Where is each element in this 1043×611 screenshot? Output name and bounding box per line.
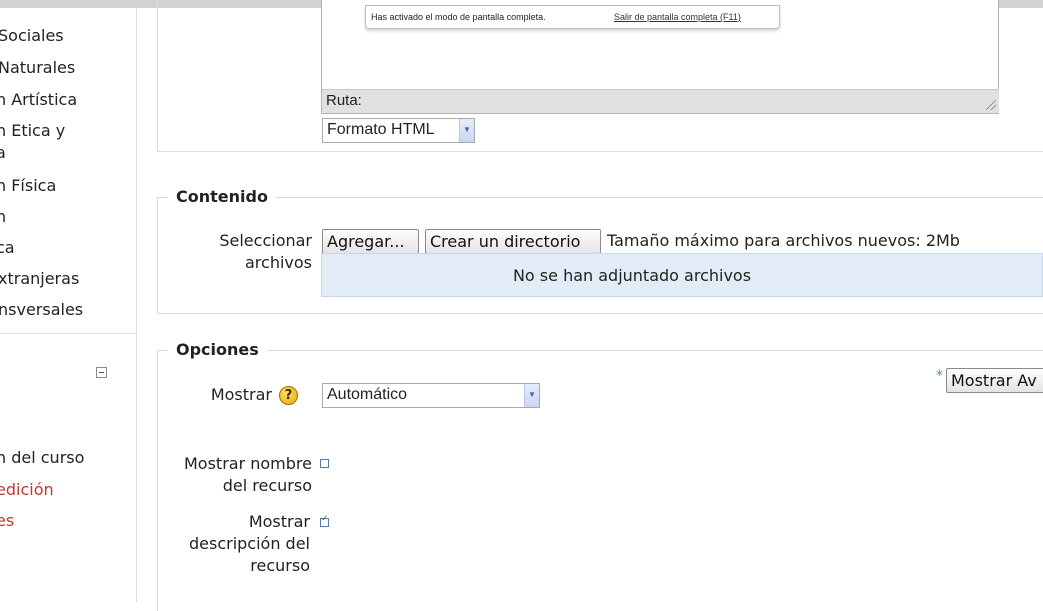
help-icon[interactable]: ? (279, 386, 298, 405)
show-description-checkbox[interactable] (320, 514, 329, 527)
sidebar-item-ca[interactable]: ca (0, 238, 15, 258)
chevron-down-icon: ▼ (459, 119, 474, 142)
sidebar-item-fisica[interactable]: n Física (0, 176, 56, 196)
display-mode-select[interactable]: Automático ▼ (322, 383, 540, 408)
show-name-label: Mostrar nombre del recurso (184, 454, 312, 495)
left-sidebar: Sociales Naturales n Artística n Etica y… (0, 8, 137, 602)
display-mode-value: Automático (327, 386, 408, 403)
show-description-label: Mostrar descripción del recurso (188, 512, 310, 575)
editor-path-label: Ruta: (326, 92, 362, 109)
max-file-size-text: Tamaño máximo para archivos nuevos: 2Mb (607, 231, 960, 250)
resize-grip-icon[interactable] (986, 100, 996, 110)
sidebar-item-extranjeras[interactable]: xtranjeras (0, 269, 79, 289)
admin-link-es[interactable]: es (0, 511, 14, 531)
mostrar-label: Mostrar (210, 385, 272, 404)
add-file-button[interactable]: Agregar... (322, 229, 419, 254)
chevron-down-icon: ▼ (524, 384, 539, 407)
contenido-legend[interactable]: Contenido (168, 183, 276, 211)
sidebar-item-n[interactable]: n (0, 207, 6, 227)
sidebar-divider (0, 333, 136, 334)
admin-link-edicion[interactable]: edición (0, 480, 54, 500)
create-directory-button[interactable]: Crear un directorio (425, 229, 601, 254)
advanced-asterisk: * (936, 368, 943, 384)
show-name-checkbox[interactable] (320, 459, 329, 468)
sidebar-item-etica[interactable]: n Etica y (0, 121, 65, 141)
format-select[interactable]: Formato HTML ▼ (322, 118, 475, 143)
select-files-label: Seleccionar archivos (219, 231, 312, 272)
sidebar-item-etica-cont[interactable]: a (0, 143, 6, 163)
sidebar-item-naturales[interactable]: Naturales (0, 58, 75, 78)
admin-link-course[interactable]: n del curso (0, 448, 84, 468)
no-files-message: No se han adjuntado archivos (512, 266, 752, 285)
sidebar-item-sociales[interactable]: Sociales (0, 26, 64, 46)
collapse-block-icon[interactable] (96, 367, 107, 378)
format-select-value: Formato HTML (327, 121, 435, 138)
editor-status-bar: Ruta: (322, 89, 999, 113)
fullscreen-notice-text: Has activado el modo de pantalla complet… (371, 12, 546, 22)
opciones-legend[interactable]: Opciones (168, 336, 267, 364)
attached-files-area[interactable]: No se han adjuntado archivos (321, 253, 1043, 297)
fullscreen-notice: Has activado el modo de pantalla complet… (365, 5, 780, 29)
sidebar-item-artistica[interactable]: n Artística (0, 90, 77, 110)
exit-fullscreen-link[interactable]: Salir de pantalla completa (F11) (614, 6, 741, 28)
sidebar-item-transversales[interactable]: nsversales (0, 300, 83, 320)
show-advanced-button[interactable]: Mostrar Av (946, 368, 1043, 393)
